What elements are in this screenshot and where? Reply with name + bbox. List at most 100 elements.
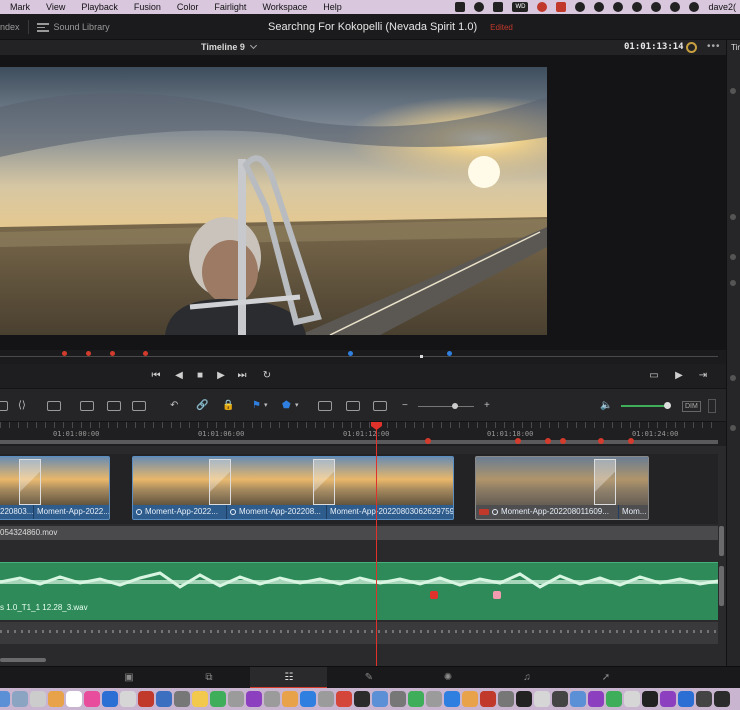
- dock-app-icon[interactable]: [534, 691, 550, 707]
- playhead-line[interactable]: [376, 422, 377, 666]
- marker-red[interactable]: [143, 351, 148, 356]
- dock-app-icon[interactable]: [210, 691, 226, 707]
- menu-view[interactable]: View: [38, 0, 73, 14]
- dock-app-icon[interactable]: [354, 691, 370, 707]
- sound-library-toggle[interactable]: Sound Library: [36, 22, 110, 32]
- dock-app-icon[interactable]: [480, 691, 496, 707]
- globe-icon[interactable]: [670, 2, 681, 12]
- cut-page-icon[interactable]: ⧉: [202, 671, 216, 685]
- dock-app-icon[interactable]: [498, 691, 514, 707]
- dock-app-icon[interactable]: [174, 691, 190, 707]
- audio-keyframe[interactable]: [430, 591, 438, 599]
- dock-app-icon[interactable]: [66, 691, 82, 707]
- last-frame-button[interactable]: ⇥: [697, 370, 709, 382]
- timeline-marker[interactable]: [515, 438, 521, 444]
- go-to-end-button[interactable]: ⏭: [236, 370, 248, 382]
- dock-app-icon[interactable]: [390, 691, 406, 707]
- audio-keyframe[interactable]: [493, 591, 501, 599]
- transition-marker[interactable]: [19, 459, 41, 505]
- marker-red[interactable]: [110, 351, 115, 356]
- timeline-selector[interactable]: Timeline 9: [201, 40, 257, 55]
- lock-icon[interactable]: 🔒: [222, 400, 234, 412]
- zoom-out-icon[interactable]: −: [402, 400, 408, 412]
- index-toggle[interactable]: ndex: [0, 22, 20, 32]
- marker-blue[interactable]: [447, 351, 452, 356]
- dock-app-icon[interactable]: [282, 691, 298, 707]
- timeline-marker[interactable]: [560, 438, 566, 444]
- dock-app-icon[interactable]: [12, 691, 28, 707]
- dock-app-icon[interactable]: [336, 691, 352, 707]
- playback-settings-icon[interactable]: [686, 42, 697, 53]
- menu-mark[interactable]: Mark: [0, 0, 38, 14]
- timeline-clip[interactable]: Moment-App-202208011609... Mom...: [475, 456, 649, 520]
- dock-app-icon[interactable]: [444, 691, 460, 707]
- dock-app-icon[interactable]: [426, 691, 442, 707]
- timeline-clip[interactable]: 220803... Moment-App-2022...: [0, 456, 110, 520]
- dock-app-icon[interactable]: [48, 691, 64, 707]
- shield-icon[interactable]: [556, 2, 567, 12]
- zoom-slider-knob[interactable]: [452, 403, 458, 409]
- go-to-start-button[interactable]: ⏮: [150, 370, 162, 382]
- horizontal-scrollbar[interactable]: [0, 658, 46, 662]
- dock-app-icon[interactable]: [552, 691, 568, 707]
- timeline-marker[interactable]: [425, 438, 431, 444]
- marker-blue[interactable]: [348, 351, 353, 356]
- dock-app-icon[interactable]: [408, 691, 424, 707]
- bluetooth-icon[interactable]: [632, 2, 643, 12]
- zoom-custom-icon[interactable]: [373, 401, 387, 411]
- timeline-marker[interactable]: [598, 438, 604, 444]
- zoom-full-icon[interactable]: [318, 401, 332, 411]
- dock-app-icon[interactable]: [300, 691, 316, 707]
- zoom-detail-icon[interactable]: [346, 401, 360, 411]
- dock-app-icon[interactable]: [138, 691, 154, 707]
- wifi-icon[interactable]: [689, 2, 700, 12]
- marker-red[interactable]: [62, 351, 67, 356]
- viewer-scrub-bar[interactable]: [0, 350, 726, 364]
- match-frame-button[interactable]: ▭: [648, 370, 660, 382]
- video-frame[interactable]: [0, 67, 547, 335]
- dock-app-icon[interactable]: [156, 691, 172, 707]
- transition-marker[interactable]: [594, 459, 616, 505]
- stop-button[interactable]: ■: [194, 370, 206, 382]
- dim-button[interactable]: DIM: [682, 401, 701, 412]
- dock-app-icon[interactable]: [696, 691, 712, 707]
- vertical-scrollbar[interactable]: [719, 566, 724, 606]
- menu-playback[interactable]: Playback: [73, 0, 126, 14]
- dock-app-icon[interactable]: [660, 691, 676, 707]
- dock-app-icon[interactable]: [264, 691, 280, 707]
- dock-app-icon[interactable]: [102, 691, 118, 707]
- dock-icon[interactable]: [493, 2, 504, 12]
- fusion-page-icon[interactable]: ✎: [362, 671, 376, 685]
- dock-app-icon[interactable]: [228, 691, 244, 707]
- dock-app-icon[interactable]: [642, 691, 658, 707]
- wd-drive-icon[interactable]: WD: [512, 2, 529, 12]
- more-options-button[interactable]: •••: [707, 40, 721, 53]
- video-track-1-clip[interactable]: 054324860.mov: [0, 526, 718, 540]
- overwrite-clip-icon[interactable]: [107, 401, 121, 411]
- color-page-icon[interactable]: ✺: [441, 671, 455, 685]
- trim-mode-icon[interactable]: ⟨⟩: [18, 400, 26, 412]
- dock-app-icon[interactable]: [624, 691, 640, 707]
- fairlight-page-icon[interactable]: ♫: [520, 671, 534, 685]
- next-clip-button[interactable]: ▶: [673, 370, 685, 382]
- dock-app-icon[interactable]: [372, 691, 388, 707]
- timeline-marker[interactable]: [628, 438, 634, 444]
- dock-app-icon[interactable]: [318, 691, 334, 707]
- edit-mode-icon[interactable]: [0, 401, 8, 411]
- volume-slider[interactable]: [621, 405, 667, 407]
- zoom-slider[interactable]: [418, 406, 474, 407]
- dock-app-icon[interactable]: [84, 691, 100, 707]
- dock-app-icon[interactable]: [192, 691, 208, 707]
- deliver-page-icon[interactable]: ➚: [599, 671, 613, 685]
- dock-app-icon[interactable]: [606, 691, 622, 707]
- chevron-down-icon[interactable]: ▾: [295, 400, 299, 412]
- m-app-icon[interactable]: [613, 2, 624, 12]
- speaker-icon[interactable]: 🔈: [600, 400, 612, 412]
- dock-app-icon[interactable]: [678, 691, 694, 707]
- play-button[interactable]: ▶: [215, 370, 227, 382]
- timeline-clip[interactable]: Moment-App-2022... Moment-App-202208... …: [132, 456, 454, 520]
- dock-app-icon[interactable]: [30, 691, 46, 707]
- scrub-playhead[interactable]: [420, 355, 423, 358]
- dock-app-icon[interactable]: [570, 691, 586, 707]
- replace-clip-icon[interactable]: [132, 401, 146, 411]
